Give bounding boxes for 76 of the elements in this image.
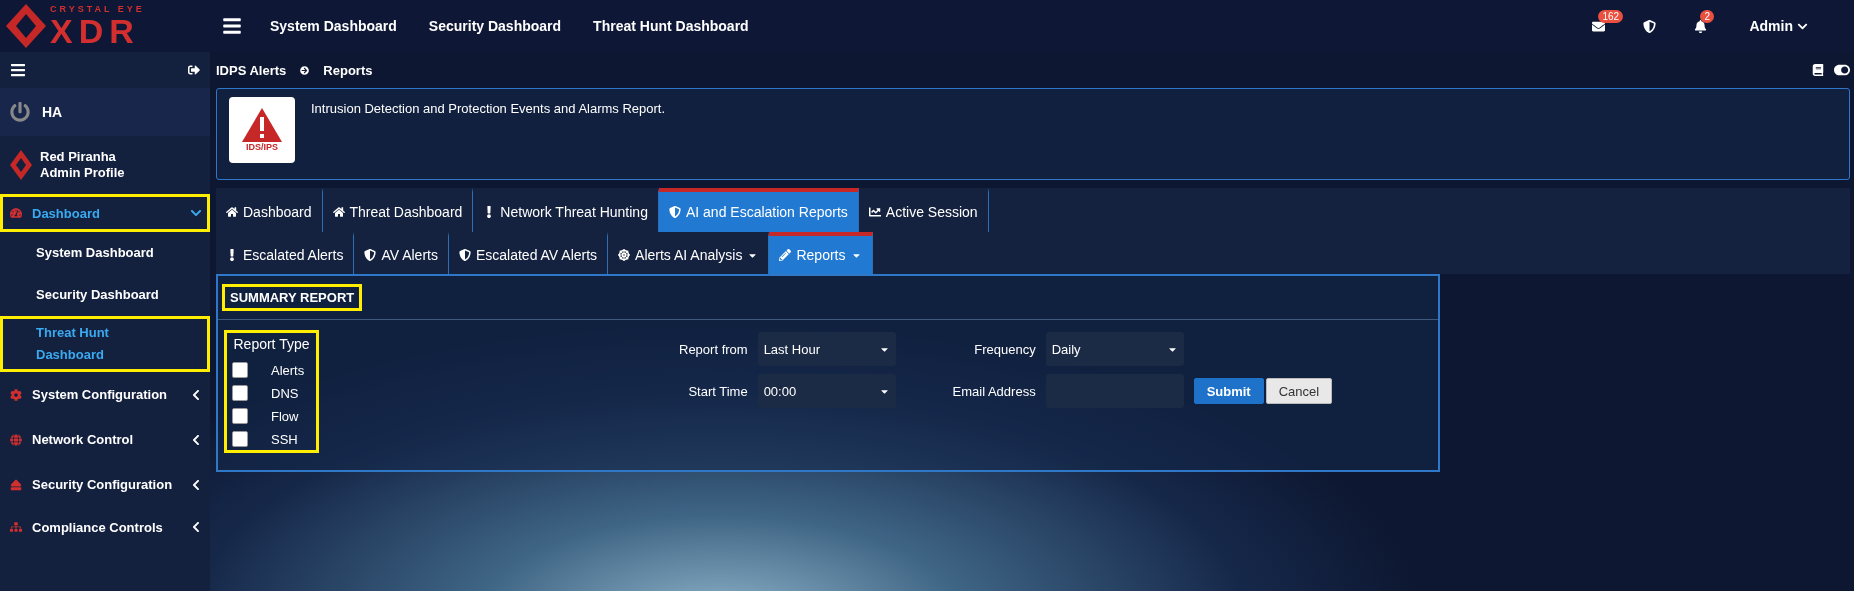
brand-tagline: CRYSTAL EYE <box>50 4 145 14</box>
arrow-icon <box>300 65 310 75</box>
bell-icon[interactable] <box>1694 19 1708 33</box>
shield-icon <box>458 249 471 261</box>
breadcrumb-link[interactable]: IDPS Alerts <box>216 62 287 78</box>
checkbox[interactable] <box>232 408 248 424</box>
sidebar-item[interactable]: System Configuration <box>0 372 210 417</box>
sidebar-subitem[interactable]: Threat Hunt Dashboard <box>0 316 210 372</box>
menu-item-icon <box>10 433 22 446</box>
chevron-icon <box>190 433 202 446</box>
sidebar-item[interactable]: Compliance Controls <box>0 507 210 547</box>
tab[interactable]: AV Alerts <box>354 232 449 274</box>
select-field[interactable]: 00:00 <box>757 374 896 408</box>
sidebar-subitem[interactable]: System Dashboard <box>0 232 210 274</box>
checkbox[interactable] <box>232 431 248 447</box>
pencil-icon <box>779 249 792 261</box>
count-badge: 162 <box>1598 9 1624 23</box>
report-type-legend: Report Type <box>232 336 311 352</box>
checkbox-label: Flow <box>271 408 300 424</box>
checkbox-label: DNS <box>271 385 300 401</box>
user-menu[interactable]: Admin <box>1733 18 1824 34</box>
toggle-icon[interactable] <box>1834 62 1850 78</box>
ids-ips-badge: IDS/IPS <box>229 97 295 163</box>
sidebar-item[interactable]: Security Configuration <box>0 462 210 507</box>
tab[interactable]: Escalated Alerts <box>216 232 355 274</box>
nav-link[interactable]: Threat Hunt Dashboard <box>577 18 765 34</box>
tab[interactable]: Reports <box>769 232 873 274</box>
sidebar-item[interactable]: Network Control <box>0 417 210 462</box>
home-icon <box>226 206 238 218</box>
checkbox-label: SSH <box>271 431 299 447</box>
cancel-button[interactable]: Cancel <box>1265 378 1333 404</box>
checkbox[interactable] <box>232 362 248 378</box>
select-field[interactable]: Last Hour <box>757 332 896 366</box>
shield-icon <box>668 206 681 218</box>
home-icon <box>332 206 345 218</box>
sidebar-subitem[interactable]: Security Dashboard <box>0 274 210 316</box>
logo-icon <box>10 150 32 180</box>
count-badge: 2 <box>1700 9 1714 23</box>
aperture-icon <box>618 249 631 261</box>
submit-button[interactable]: Submit <box>1193 378 1264 404</box>
chevron-icon <box>190 207 202 219</box>
chevron-icon <box>190 521 202 533</box>
ha-label: HA <box>42 104 63 120</box>
checkbox[interactable] <box>232 385 248 401</box>
shield-icon[interactable] <box>1643 19 1657 33</box>
info-text: Intrusion Detection and Protection Events and Alarms Report. <box>311 100 666 118</box>
panel-title: SUMMARY REPORT <box>222 284 363 311</box>
shield-icon <box>364 249 377 261</box>
tab[interactable]: Escalated AV Alerts <box>448 232 609 274</box>
brand-name: XDR <box>50 13 140 48</box>
field-label: Email Address <box>951 383 1036 399</box>
mail-icon[interactable] <box>1592 19 1606 33</box>
sidebar-item[interactable]: Dashboard <box>0 194 210 232</box>
tab[interactable]: AI and Escalation Reports <box>658 188 859 232</box>
book-icon[interactable] <box>1812 64 1824 76</box>
profile-name: Red Piranha Admin Profile <box>40 148 125 182</box>
field-label: Frequency <box>973 341 1036 357</box>
select-field[interactable]: Daily <box>1045 332 1184 366</box>
nav-link[interactable]: System Dashboard <box>254 18 413 34</box>
line-chart-icon <box>868 206 881 218</box>
chevron-icon <box>190 478 202 491</box>
power-icon[interactable] <box>10 102 30 122</box>
field-label: Start Time <box>687 383 748 399</box>
menu-item-icon <box>10 388 22 401</box>
menu-icon[interactable] <box>10 62 26 78</box>
breadcrumb-current: Reports <box>323 62 373 78</box>
menu-item-icon <box>10 478 22 491</box>
nav-link[interactable]: Security Dashboard <box>412 18 578 34</box>
logout-icon[interactable] <box>188 64 200 76</box>
menu-item-icon <box>10 521 22 533</box>
warning-icon <box>242 108 282 142</box>
chevron-icon <box>190 388 202 401</box>
field-label: Report from <box>679 341 748 357</box>
logo-icon <box>6 4 46 48</box>
menu-item-icon <box>10 207 22 219</box>
checkbox-label: Alerts <box>271 362 306 378</box>
